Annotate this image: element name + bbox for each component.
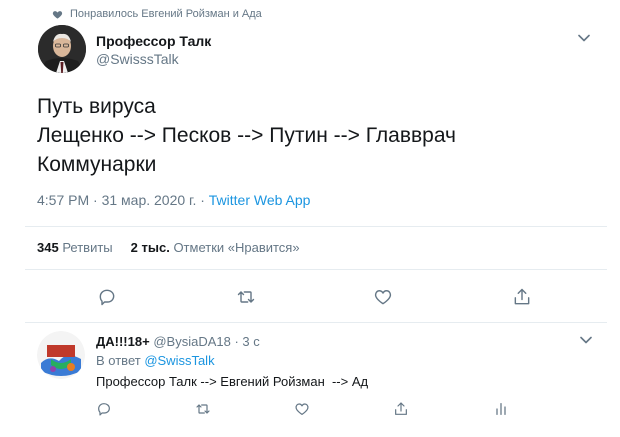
like-icon[interactable]: [294, 401, 310, 417]
like-icon[interactable]: [373, 287, 393, 307]
avatar-image: [37, 331, 85, 379]
tweet-author[interactable]: Профессор Талк @SwisssTalk: [96, 32, 211, 68]
likes-label: Отметки «Нравится»: [173, 240, 300, 255]
retweet-icon[interactable]: [236, 287, 256, 307]
divider: [25, 269, 607, 270]
reply-author-avatar[interactable]: [37, 331, 85, 379]
replying-to: В ответ @SwissTalk: [96, 353, 215, 369]
reply-author-name[interactable]: ДА!!!18+: [96, 334, 150, 349]
replying-to-link[interactable]: @SwissTalk: [144, 353, 214, 368]
tweet-meta: 4:57 PM · 31 мар. 2020 г. · Twitter Web …: [37, 191, 310, 209]
social-context-text: Понравилось Евгений Ройзман и Ада: [70, 8, 262, 20]
share-icon[interactable]: [512, 287, 532, 307]
replying-prefix: В ответ: [96, 353, 145, 368]
reply-text: Профессор Талк --> Евгений Ройзман --> А…: [96, 374, 369, 389]
author-name[interactable]: Профессор Талк: [96, 32, 211, 50]
divider: [25, 322, 607, 323]
divider: [25, 226, 607, 227]
share-icon[interactable]: [393, 401, 409, 417]
retweets-count: 345: [37, 240, 59, 255]
tweet-text: Путь вируса Лещенко --> Песков --> Путин…: [37, 95, 456, 176]
reply-author[interactable]: ДА!!!18+ @BysiaDA18 · 3 с: [96, 334, 260, 350]
tweet-stats: 345 Ретвиты 2 тыс. Отметки «Нравится»: [37, 240, 300, 256]
likes-count: 2 тыс.: [130, 240, 170, 255]
analytics-icon[interactable]: [493, 401, 509, 417]
reply-icon[interactable]: [97, 287, 117, 307]
reply-author-handle[interactable]: @BysiaDA18: [153, 334, 231, 349]
likes-stat[interactable]: 2 тыс. Отметки «Нравится»: [131, 240, 300, 255]
social-context[interactable]: Понравилось Евгений Ройзман и Ада: [52, 8, 262, 20]
retweets-stat[interactable]: 345 Ретвиты: [37, 240, 113, 255]
author-avatar[interactable]: [38, 25, 86, 73]
tweet-source-link[interactable]: Twitter Web App: [209, 192, 311, 208]
author-handle[interactable]: @SwisssTalk: [96, 50, 211, 68]
reply-timestamp[interactable]: · 3 с: [231, 334, 259, 349]
chevron-down-icon[interactable]: [578, 34, 590, 42]
tweet-timestamp[interactable]: 4:57 PM · 31 мар. 2020 г. ·: [37, 192, 209, 208]
heart-icon: [52, 11, 63, 19]
reply-icon[interactable]: [96, 401, 112, 417]
retweet-icon[interactable]: [195, 401, 211, 417]
chevron-down-icon[interactable]: [580, 336, 592, 344]
retweets-label: Ретвиты: [62, 240, 113, 255]
avatar-image: [38, 25, 86, 73]
